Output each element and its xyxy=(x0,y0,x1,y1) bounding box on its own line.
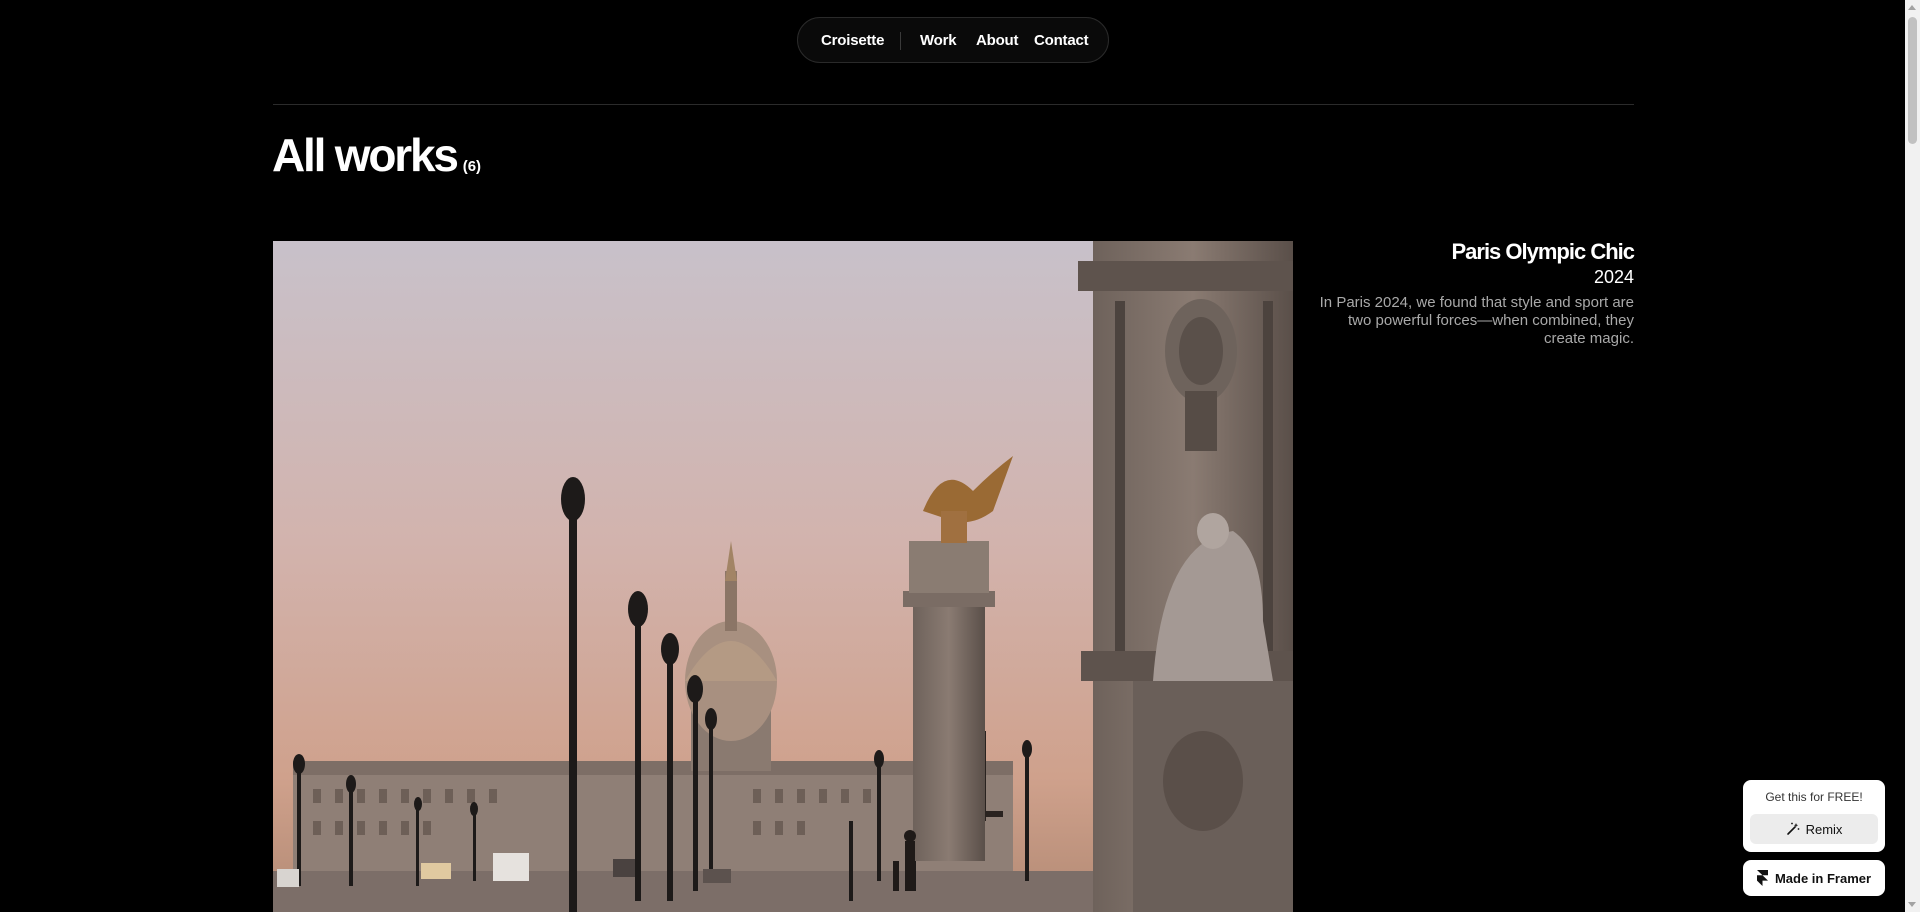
magic-wand-icon xyxy=(1786,822,1799,835)
remix-label: Remix xyxy=(1805,821,1843,837)
made-in-framer-badge[interactable]: Made in Framer xyxy=(1743,860,1885,896)
page-title: All works xyxy=(272,129,459,181)
brand-link[interactable]: Croisette xyxy=(821,32,884,49)
project-description: In Paris 2024, we found that style and s… xyxy=(1319,294,1634,347)
scrollbar-thumb[interactable] xyxy=(1908,17,1917,144)
project-image[interactable] xyxy=(273,241,1293,912)
nav-link-work[interactable]: Work xyxy=(920,32,957,49)
nav-divider xyxy=(900,32,901,50)
framer-logo-icon xyxy=(1756,870,1768,886)
top-nav: Croisette Work About Contact xyxy=(797,17,1109,63)
header-divider xyxy=(273,104,1634,105)
nav-link-contact[interactable]: Contact xyxy=(1034,32,1089,49)
page-heading: All works (6) xyxy=(272,128,481,182)
scrollbar[interactable] xyxy=(1905,0,1920,912)
works-count: (6) xyxy=(462,158,482,175)
remix-button[interactable]: Remix xyxy=(1750,814,1878,844)
nav-link-about[interactable]: About xyxy=(976,32,1019,49)
scroll-down-arrow-icon[interactable] xyxy=(1908,902,1916,907)
promo-text: Get this for FREE! xyxy=(1765,790,1863,804)
project-year: 2024 xyxy=(1593,267,1634,287)
framer-remix-card: Get this for FREE! Remix xyxy=(1743,780,1885,852)
scroll-up-arrow-icon[interactable] xyxy=(1908,5,1916,10)
project-info: Paris Olympic Chic 2024 In Paris 2024, w… xyxy=(1304,238,1635,348)
project-title[interactable]: Paris Olympic Chic xyxy=(1304,238,1635,266)
made-in-framer-label: Made in Framer xyxy=(1774,870,1872,886)
